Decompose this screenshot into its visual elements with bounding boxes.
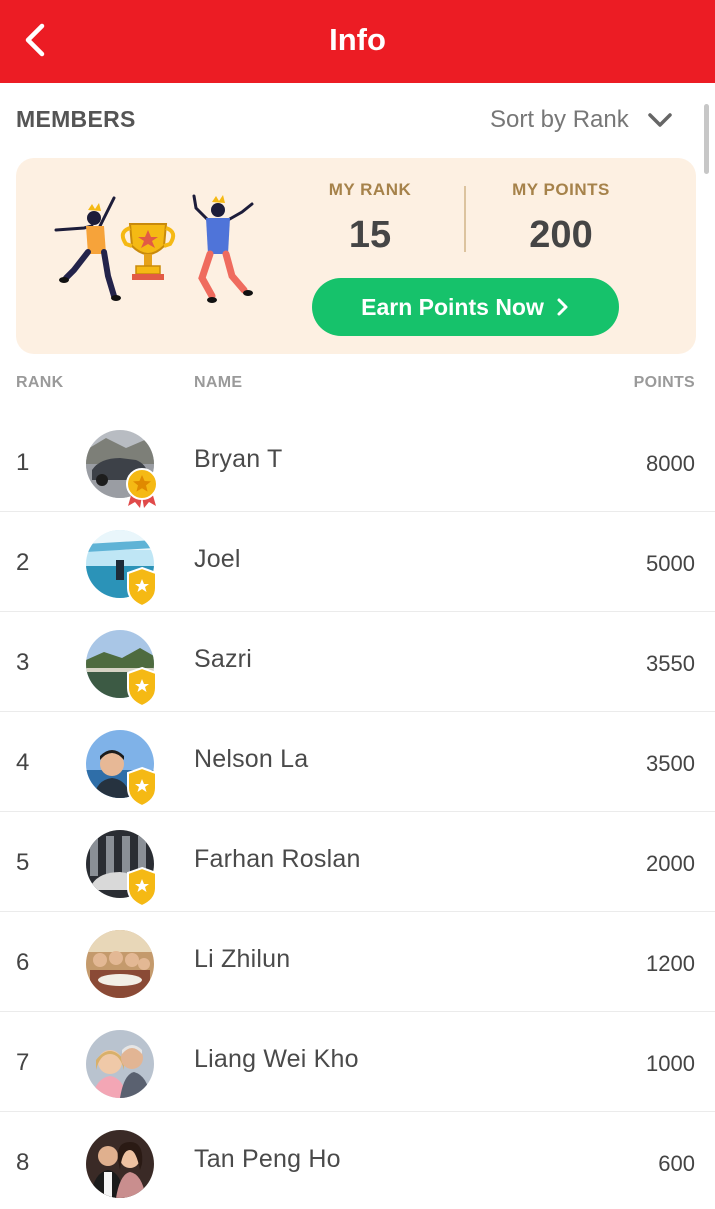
shield-badge-icon xyxy=(127,566,157,608)
avatar xyxy=(86,1030,156,1100)
shield-badge-icon xyxy=(127,666,157,708)
earn-points-button[interactable]: Earn Points Now xyxy=(312,278,619,336)
avatar xyxy=(86,530,157,608)
avatar-photo xyxy=(86,1030,154,1098)
member-rank: 4 xyxy=(16,749,30,776)
member-name: Liang Wei Kho xyxy=(194,1045,359,1073)
member-rank: 6 xyxy=(16,949,30,976)
list-item[interactable]: 1 Bryan T 8000 xyxy=(0,412,715,512)
avatar xyxy=(86,930,156,1000)
member-points: 3550 xyxy=(646,651,695,676)
earn-points-label: Earn Points Now xyxy=(361,293,544,320)
avatar xyxy=(86,1130,156,1200)
member-name: Tan Peng Ho xyxy=(194,1145,341,1173)
member-points: 2000 xyxy=(646,851,695,876)
gold-medal-icon xyxy=(126,468,158,508)
member-points: 600 xyxy=(658,1151,695,1176)
member-name: Li Zhilun xyxy=(194,945,291,973)
my-rank-label: MY RANK xyxy=(328,180,412,199)
my-rank-stat: MY RANK 15 xyxy=(306,180,434,257)
member-rank: 3 xyxy=(16,649,30,676)
list-item[interactable]: 3 Sazri 3550 xyxy=(0,612,715,712)
shield-badge-icon xyxy=(127,866,157,908)
list-item[interactable]: 2 Joel 5000 xyxy=(0,512,715,612)
member-name: Joel xyxy=(194,545,241,573)
top-bar: Info xyxy=(0,0,715,83)
column-header-rank: RANK xyxy=(16,374,64,391)
list-item[interactable]: 6 Li Zhilun 1200 xyxy=(0,912,715,1012)
my-rank-value: 15 xyxy=(348,214,392,256)
scrollbar[interactable] xyxy=(704,104,709,174)
my-points-value: 200 xyxy=(529,214,593,256)
my-points-stat: MY POINTS 200 xyxy=(496,180,626,257)
avatar xyxy=(86,430,158,508)
member-name: Nelson La xyxy=(194,745,309,773)
sort-dropdown[interactable]: Sort by Rank xyxy=(490,100,673,140)
page-title: Info xyxy=(329,22,386,57)
avatar-photo xyxy=(86,1130,154,1198)
member-points: 3500 xyxy=(646,751,695,776)
member-rank: 1 xyxy=(16,449,30,476)
member-rank: 8 xyxy=(16,1149,30,1176)
chevron-down-icon xyxy=(647,113,672,127)
my-rank-card: MY RANK 15 MY POINTS 200 Earn Points Now xyxy=(16,158,696,354)
list-item[interactable]: 7 Liang Wei Kho 1000 xyxy=(0,1012,715,1112)
column-header-points: POINTS xyxy=(633,374,695,391)
avatar-photo xyxy=(86,930,154,998)
chevron-right-icon xyxy=(557,298,568,316)
list-item[interactable]: 5 Farhan Roslan 2000 xyxy=(0,812,715,912)
avatar xyxy=(86,730,157,808)
member-rank: 2 xyxy=(16,549,30,576)
members-heading: MEMBERS xyxy=(16,106,136,132)
list-item[interactable]: 8 Tan Peng Ho 600 xyxy=(0,1112,715,1209)
member-name: Sazri xyxy=(194,645,252,673)
trophy-celebration-icon xyxy=(54,194,254,303)
avatar xyxy=(86,630,157,708)
member-points: 8000 xyxy=(646,451,695,476)
stat-divider xyxy=(464,186,466,252)
column-header-name: NAME xyxy=(194,374,243,391)
list-item[interactable]: 4 Nelson La 3500 xyxy=(0,712,715,812)
member-rank: 5 xyxy=(16,849,30,876)
member-points: 1000 xyxy=(646,1051,695,1076)
member-points: 5000 xyxy=(646,551,695,576)
member-name: Farhan Roslan xyxy=(194,845,361,873)
sort-label: Sort by Rank xyxy=(490,106,629,133)
my-points-label: MY POINTS xyxy=(512,180,610,199)
members-list: 1 Bryan T 8000 2 Joel 5000 3 Sazri 3550 … xyxy=(0,412,715,1209)
member-points: 1200 xyxy=(646,951,695,976)
member-rank: 7 xyxy=(16,1049,30,1076)
avatar xyxy=(86,830,157,908)
member-name: Bryan T xyxy=(194,445,283,473)
shield-badge-icon xyxy=(127,766,157,808)
